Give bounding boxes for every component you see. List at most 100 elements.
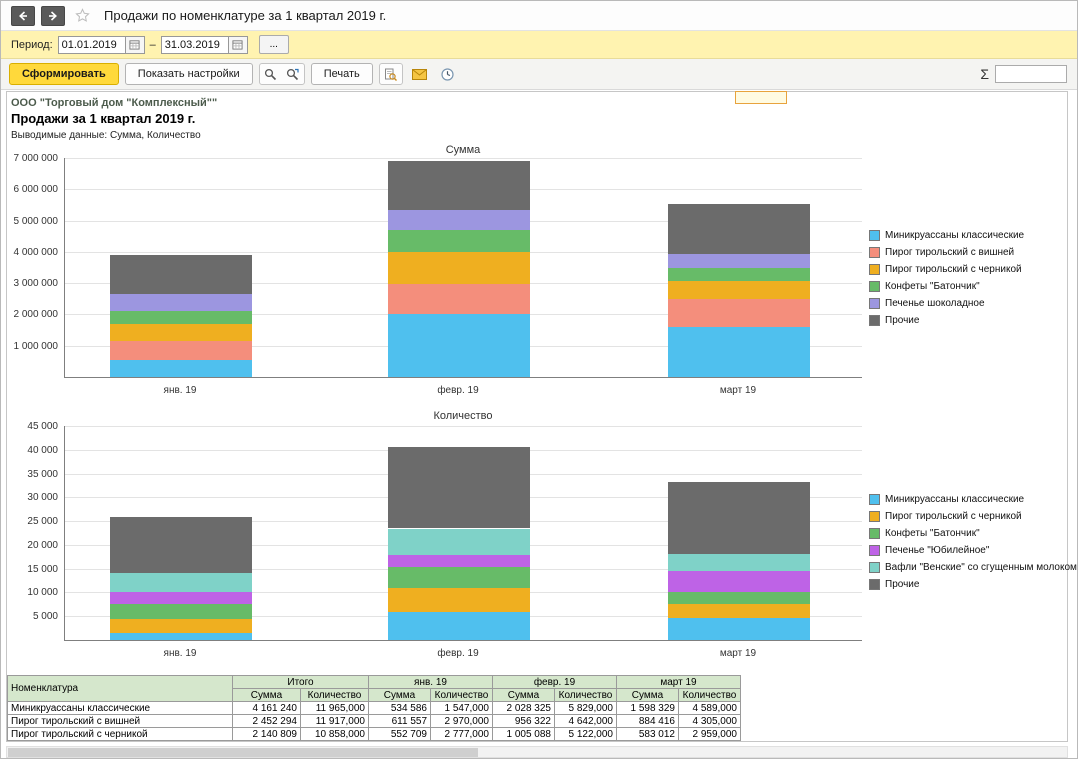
value-cell[interactable]: 1 598 329 bbox=[617, 702, 679, 715]
forward-button[interactable] bbox=[41, 6, 65, 26]
period-from-input[interactable] bbox=[58, 36, 126, 54]
value-cell[interactable]: 1 547,000 bbox=[431, 702, 493, 715]
bar-segment[interactable] bbox=[388, 588, 530, 612]
column-subheader[interactable]: Количество bbox=[679, 689, 741, 702]
value-cell[interactable]: 11 965,000 bbox=[301, 702, 369, 715]
bar-segment[interactable] bbox=[110, 294, 252, 311]
value-cell[interactable]: 4 642,000 bbox=[555, 715, 617, 728]
value-cell[interactable]: 583 012 bbox=[617, 728, 679, 741]
value-cell[interactable]: 2 777,000 bbox=[431, 728, 493, 741]
legend-swatch bbox=[869, 281, 880, 292]
bar-segment[interactable] bbox=[388, 284, 530, 314]
sum-input[interactable] bbox=[995, 65, 1067, 83]
column-group-header[interactable]: февр. 19 bbox=[493, 676, 617, 689]
value-cell[interactable]: 956 322 bbox=[493, 715, 555, 728]
print-preview-button[interactable] bbox=[380, 64, 402, 84]
bar-segment[interactable] bbox=[110, 517, 252, 574]
bar-segment[interactable] bbox=[110, 573, 252, 592]
email-button[interactable] bbox=[409, 64, 431, 84]
bar-segment[interactable] bbox=[110, 360, 252, 377]
scrollbar-thumb[interactable] bbox=[8, 748, 478, 757]
value-cell[interactable]: 2 452 294 bbox=[233, 715, 301, 728]
sales-table: НоменклатураИтогоянв. 19февр. 19март 19С… bbox=[7, 675, 741, 741]
bar-segment[interactable] bbox=[668, 268, 810, 281]
bar-segment[interactable] bbox=[388, 567, 530, 588]
bar-segment[interactable] bbox=[388, 555, 530, 567]
bar-segment[interactable] bbox=[668, 571, 810, 592]
column-group-header[interactable]: март 19 bbox=[617, 676, 741, 689]
bar-segment[interactable] bbox=[388, 252, 530, 283]
bar-segment[interactable] bbox=[668, 554, 810, 571]
value-cell[interactable]: 552 709 bbox=[369, 728, 431, 741]
bar-segment[interactable] bbox=[110, 311, 252, 324]
bar-segment[interactable] bbox=[668, 327, 810, 377]
horizontal-scrollbar[interactable] bbox=[6, 746, 1068, 758]
bar-segment[interactable] bbox=[668, 618, 810, 640]
column-subheader[interactable]: Количество bbox=[301, 689, 369, 702]
selected-cell[interactable] bbox=[735, 91, 787, 104]
value-cell[interactable]: 1 005 088 bbox=[493, 728, 555, 741]
period-from-calendar-button[interactable] bbox=[126, 36, 145, 54]
back-button[interactable] bbox=[11, 6, 35, 26]
bar-segment[interactable] bbox=[668, 592, 810, 604]
column-group-header[interactable]: янв. 19 bbox=[369, 676, 493, 689]
column-header-nomenclature[interactable]: Номенклатура bbox=[8, 676, 233, 702]
bar-segment[interactable] bbox=[668, 299, 810, 327]
bar-segment[interactable] bbox=[110, 324, 252, 341]
period-more-button[interactable]: ... bbox=[259, 35, 289, 54]
bar-segment[interactable] bbox=[110, 619, 252, 632]
show-settings-button[interactable]: Показать настройки bbox=[125, 63, 253, 85]
print-button[interactable]: Печать bbox=[311, 63, 373, 85]
bar-segment[interactable] bbox=[668, 254, 810, 268]
value-cell[interactable]: 5 829,000 bbox=[555, 702, 617, 715]
bar-segment[interactable] bbox=[668, 281, 810, 299]
bar-segment[interactable] bbox=[388, 314, 530, 377]
column-group-header[interactable]: Итого bbox=[233, 676, 369, 689]
bar-segment[interactable] bbox=[388, 612, 530, 640]
value-cell[interactable]: 4 305,000 bbox=[679, 715, 741, 728]
column-subheader[interactable]: Сумма bbox=[369, 689, 431, 702]
bar-segment[interactable] bbox=[110, 633, 252, 640]
favorite-star-icon[interactable] bbox=[75, 8, 90, 23]
value-cell[interactable]: 2 028 325 bbox=[493, 702, 555, 715]
column-subheader[interactable]: Сумма bbox=[617, 689, 679, 702]
legend-item: Пирог тирольский с черникой bbox=[869, 264, 1024, 275]
legend-label: Печенье шоколадное bbox=[885, 298, 985, 309]
bar-segment[interactable] bbox=[388, 230, 530, 252]
value-cell[interactable]: 534 586 bbox=[369, 702, 431, 715]
column-subheader[interactable]: Количество bbox=[555, 689, 617, 702]
row-name-cell[interactable]: Миникруассаны классические bbox=[8, 702, 233, 715]
row-name-cell[interactable]: Пирог тирольский с черникой bbox=[8, 728, 233, 741]
period-to-calendar-button[interactable] bbox=[229, 36, 248, 54]
value-cell[interactable]: 4 589,000 bbox=[679, 702, 741, 715]
bar-segment[interactable] bbox=[110, 341, 252, 360]
search-next-button[interactable] bbox=[282, 64, 304, 84]
bar-segment[interactable] bbox=[110, 592, 252, 604]
value-cell[interactable]: 5 122,000 bbox=[555, 728, 617, 741]
period-to-input[interactable] bbox=[161, 36, 229, 54]
history-button[interactable] bbox=[437, 64, 459, 84]
bar-segment[interactable] bbox=[668, 604, 810, 618]
value-cell[interactable]: 4 161 240 bbox=[233, 702, 301, 715]
value-cell[interactable]: 2 959,000 bbox=[679, 728, 741, 741]
bar-segment[interactable] bbox=[668, 204, 810, 254]
bar-segment[interactable] bbox=[388, 161, 530, 210]
value-cell[interactable]: 2 970,000 bbox=[431, 715, 493, 728]
search-button[interactable] bbox=[260, 64, 282, 84]
value-cell[interactable]: 10 858,000 bbox=[301, 728, 369, 741]
row-name-cell[interactable]: Пирог тирольский с вишней bbox=[8, 715, 233, 728]
bar-segment[interactable] bbox=[668, 482, 810, 555]
generate-button[interactable]: Сформировать bbox=[9, 63, 119, 85]
column-subheader[interactable]: Сумма bbox=[233, 689, 301, 702]
bar-segment[interactable] bbox=[388, 447, 530, 528]
value-cell[interactable]: 11 917,000 bbox=[301, 715, 369, 728]
value-cell[interactable]: 611 557 bbox=[369, 715, 431, 728]
bar-segment[interactable] bbox=[388, 529, 530, 555]
column-subheader[interactable]: Сумма bbox=[493, 689, 555, 702]
column-subheader[interactable]: Количество bbox=[431, 689, 493, 702]
value-cell[interactable]: 884 416 bbox=[617, 715, 679, 728]
bar-segment[interactable] bbox=[110, 255, 252, 294]
bar-segment[interactable] bbox=[110, 604, 252, 619]
value-cell[interactable]: 2 140 809 bbox=[233, 728, 301, 741]
bar-segment[interactable] bbox=[388, 210, 530, 230]
